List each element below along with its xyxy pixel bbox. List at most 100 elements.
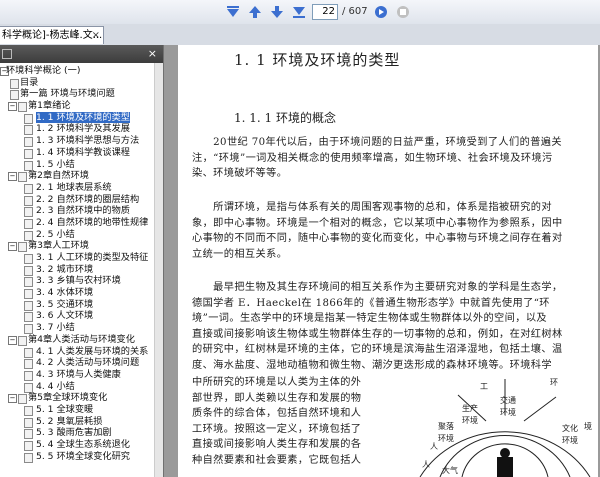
bookmark-icon (10, 90, 19, 101)
bookmark-item[interactable]: − 第1章绪论 (0, 100, 155, 113)
bookmark-item[interactable]: 1. 2 环境科学及其发展 (0, 123, 155, 136)
bookmark-label: 3. 3 乡镇与农村环境 (36, 275, 121, 287)
page-number-input[interactable]: 22 (312, 4, 338, 20)
bookmark-icon (24, 137, 33, 148)
bookmark-item[interactable]: 3. 7 小结 (0, 322, 155, 335)
bookmark-label: 1. 4 环境科学教谈课程 (36, 146, 130, 158)
bookmark-item[interactable]: 1. 1 环境及环境的类型 (0, 111, 155, 124)
bookmark-icon (24, 113, 33, 124)
bookmark-icon (18, 242, 27, 253)
bookmark-item[interactable]: − 第4章人类活动与环境变化 (0, 334, 155, 346)
bookmark-item[interactable]: 4. 2 人类活动与环境问题 (0, 357, 155, 370)
stop-icon[interactable] (394, 3, 412, 21)
collapse-icon[interactable]: − (8, 335, 17, 345)
bookmark-item[interactable]: 2. 1 地球表层系统 (0, 182, 155, 194)
bookmark-item[interactable]: 第一篇 环境与环境问题 (0, 88, 155, 101)
text-line: 染、环境破坏等等。 (192, 168, 288, 179)
last-page-icon[interactable] (290, 3, 308, 21)
close-tab-icon[interactable]: × (92, 27, 100, 44)
bookmark-icon (24, 359, 33, 370)
bookmark-label: 5. 1 全球变暖 (36, 403, 94, 415)
bookmark-label: 第5章全球环境变化 (28, 392, 108, 404)
bookmark-item[interactable]: 1. 4 环境科学教谈课程 (0, 147, 155, 159)
paragraph: 20世纪 70年代以后，由于环境问题的日益严重，环境受到了人们的普遍关 注，“环境… (192, 135, 564, 182)
bookmark-item[interactable]: 4. 1 人类发展与环境的关系 (0, 346, 155, 358)
bookmark-label: 5. 5 环境全球变化研究 (36, 450, 130, 462)
collapse-icon[interactable]: − (8, 102, 17, 112)
bookmark-label: 第1章绪论 (28, 100, 71, 112)
section-title: 1. 1 环境及环境的类型 (234, 51, 401, 69)
text-line: 种自然要素和社会要素，它既包括人 (192, 454, 362, 466)
document-view: 1. 1 环境及环境的类型 1. 1. 1 环境的概念 20世纪 70年代以后，… (164, 45, 600, 477)
go-icon[interactable] (372, 3, 390, 21)
bookmark-item[interactable]: 5. 3 酸雨危害加剧 (0, 427, 155, 440)
bookmark-item[interactable]: 5. 1 全球变暖 (0, 404, 155, 416)
figure-label: 环 (550, 378, 558, 387)
figure-label: 工 (480, 382, 488, 391)
close-sidebar-icon[interactable]: × (148, 47, 157, 60)
bookmark-item[interactable]: 3. 6 人文环境 (0, 310, 155, 323)
text-line: 德国学者 E．Haeckel在 1866年的《普通生物形态学》中就首先使用了“环 (192, 297, 550, 309)
bookmark-label: 环境科学概论 (一) (6, 65, 81, 76)
bookmark-item[interactable]: − 环境科学概论 (一) (0, 65, 155, 77)
figure-label: 聚落 (438, 421, 454, 431)
sidebar-scrollbar[interactable] (154, 63, 163, 477)
bookmark-icon (24, 441, 33, 451)
bookmark-label: 3. 2 城市环境 (36, 263, 94, 275)
bookmark-icon (24, 148, 33, 159)
bookmark-icon (18, 335, 27, 346)
bookmark-icon (24, 429, 33, 440)
bookmark-label: 3. 5 交通环境 (36, 298, 94, 310)
bookmark-item[interactable]: 2. 2 自然环境的圈层结构 (0, 194, 155, 206)
bookmark-icon (24, 405, 33, 416)
collapse-icon[interactable]: − (8, 172, 17, 182)
bookmark-item[interactable]: − 第3章人工环境 (0, 240, 155, 253)
bookmark-item[interactable]: 4. 4 小结 (0, 381, 155, 393)
bookmark-item[interactable]: 5. 4 全球生态系统退化 (0, 439, 155, 451)
first-page-icon[interactable] (224, 3, 242, 21)
bookmark-label: 1. 1 环境及环境的类型 (36, 111, 130, 124)
bookmark-label: 5. 3 酸雨危害加剧 (36, 427, 112, 439)
bookmark-sidebar: × − 环境科学概论 (一) 目录 第一篇 环境与环境问题 − 第1章绪论 1. 1 环境及… (0, 45, 164, 477)
prev-page-icon[interactable] (246, 3, 264, 21)
text-line: 立统一的相互关系。 (192, 248, 288, 260)
bookmark-item[interactable]: 3. 3 乡镇与农村环境 (0, 275, 155, 288)
text-line: 所谓环境，是指与体系有关的周围客观事物的总和，体系是指被研究的对 (192, 202, 552, 213)
bookmark-item[interactable]: 1. 5 小结 (0, 159, 155, 171)
bookmark-label: 2. 1 地球表层系统 (36, 181, 112, 193)
bookmark-item[interactable]: 目录 (0, 77, 155, 89)
bookmark-label: 5. 2 臭氧层耗损 (36, 415, 103, 427)
figure-label: 大气 (442, 465, 458, 475)
bookmark-item[interactable]: − 第2章自然环境 (0, 170, 155, 183)
bookmark-item[interactable]: 3. 2 城市环境 (0, 264, 155, 276)
document-tab-title: 科学概论]-杨志峰.文... (2, 30, 103, 41)
bookmark-label: 第3章人工环境 (28, 240, 89, 252)
bookmark-item[interactable]: 2. 5 小结 (0, 229, 155, 241)
figure-label: 人 (430, 442, 438, 451)
collapse-icon[interactable]: − (8, 242, 17, 252)
bookmark-item[interactable]: 4. 3 环境与人类健康 (0, 369, 155, 381)
bookmark-item[interactable]: 2. 4 自然环境的地带性规律 (0, 217, 155, 229)
next-page-icon[interactable] (268, 3, 286, 21)
bookmark-item[interactable]: 1. 3 环境科学思想与方法 (0, 135, 155, 148)
bookmark-label: 1. 2 环境科学及其发展 (36, 123, 130, 135)
bookmark-item[interactable]: 3. 4 水体环境 (0, 287, 155, 300)
bookmark-item[interactable]: 3. 1 人工环境的类型及特征 (0, 252, 155, 264)
collapse-icon[interactable]: − (8, 394, 17, 404)
bookmark-item[interactable]: 3. 5 交通环境 (0, 299, 155, 311)
text-line: 境”一词。生态学中的环境是指某一特定生物体或生物群体以外的空间，以及 (192, 313, 547, 324)
bookmark-label: 2. 5 小结 (36, 228, 75, 240)
bookmark-item[interactable]: 2. 3 自然环境中的物质 (0, 205, 155, 218)
bookmark-icon (24, 265, 33, 276)
figure-label: 文化 (562, 423, 578, 433)
text-line: 直接或间接影响人类生存和发展的各 (192, 439, 362, 450)
bookmark-item[interactable]: − 第5章全球环境变化 (0, 392, 155, 405)
bookmark-item[interactable]: 5. 2 臭氧层耗损 (0, 416, 155, 428)
subsection-title: 1. 1. 1 环境的概念 (234, 111, 336, 125)
bookmark-icon (24, 370, 33, 381)
text-line: 中所研究的环境是以人类为主体的外 (192, 377, 362, 388)
figure-label: 交通 (500, 395, 516, 405)
document-tab[interactable]: 科学概论]-杨志峰.文... × (0, 26, 104, 44)
bookmark-label: 目录 (20, 76, 39, 88)
bookmark-item[interactable]: 5. 5 环境全球变化研究 (0, 451, 155, 463)
